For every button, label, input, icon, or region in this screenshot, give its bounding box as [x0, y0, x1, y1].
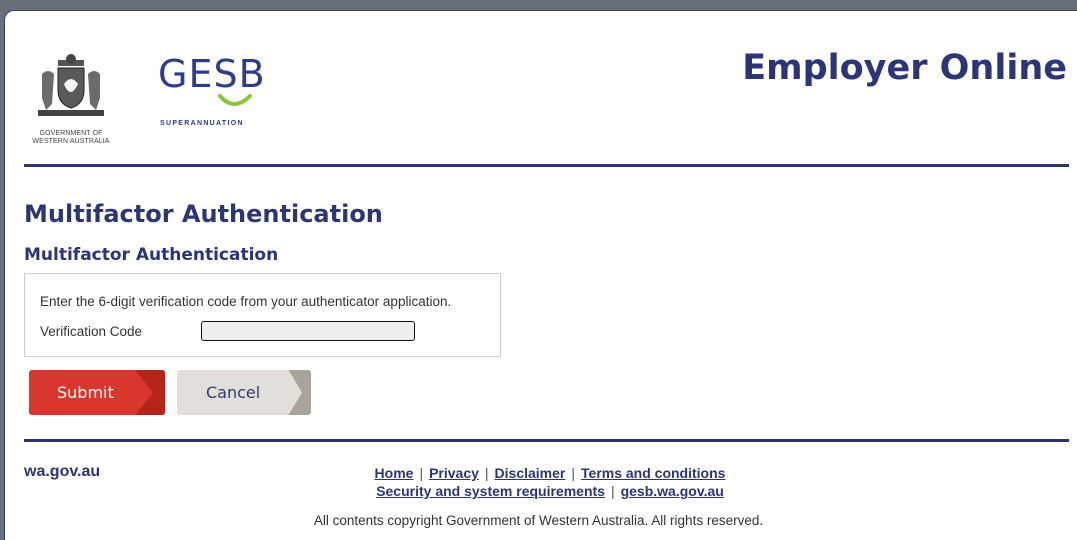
- footer-link-disclaimer[interactable]: Disclaimer: [495, 465, 566, 481]
- link-separator: |: [571, 465, 576, 481]
- copyright-text: All contents copyright Government of Wes…: [313, 513, 764, 528]
- crest-emblem-icon: [38, 54, 104, 116]
- footer-divider: [24, 439, 1069, 442]
- footer-link-privacy[interactable]: Privacy: [429, 465, 479, 481]
- footer-links: Home | Privacy | Disclaimer | Terms and condit…: [340, 465, 760, 501]
- submit-button[interactable]: Submit: [29, 370, 165, 415]
- cancel-button-label: Cancel: [206, 383, 261, 402]
- footer-link-gesb[interactable]: gesb.wa.gov.au: [621, 483, 724, 499]
- gesb-logo: GESB SUPERANNUATION: [158, 52, 278, 132]
- section-title: Multifactor Authentication: [24, 245, 279, 265]
- verification-panel: Enter the 6-digit verification code from…: [24, 273, 501, 357]
- link-separator: |: [419, 465, 424, 481]
- wa-government-crest: GOVERNMENT OF WESTERN AUSTRALIA: [20, 54, 120, 148]
- gov-line-1: GOVERNMENT OF: [39, 130, 103, 137]
- gesb-logo-subtitle: SUPERANNUATION: [160, 120, 244, 127]
- app-title: Employer Online: [742, 48, 1067, 88]
- gov-line-2: WESTERN AUSTRALIA: [32, 138, 110, 145]
- cancel-button[interactable]: Cancel: [177, 370, 311, 415]
- page-title: Multifactor Authentication: [24, 200, 383, 228]
- footer-link-home[interactable]: Home: [375, 465, 414, 481]
- verification-code-label: Verification Code: [40, 324, 143, 339]
- gesb-logo-text: GESB: [158, 52, 266, 96]
- verification-code-input[interactable]: [201, 321, 415, 341]
- submit-chevron-icon: [135, 370, 165, 415]
- instruction-text: Enter the 6-digit verification code from…: [40, 294, 452, 309]
- link-separator: |: [610, 483, 615, 499]
- footer-link-security[interactable]: Security and system requirements: [376, 483, 605, 499]
- wa-gov-label: wa.gov.au: [24, 463, 101, 480]
- link-separator: |: [484, 465, 489, 481]
- submit-button-label: Submit: [57, 383, 114, 402]
- header-divider: [24, 164, 1069, 167]
- footer-link-terms[interactable]: Terms and conditions: [581, 465, 725, 481]
- gesb-smile-icon: [218, 94, 252, 106]
